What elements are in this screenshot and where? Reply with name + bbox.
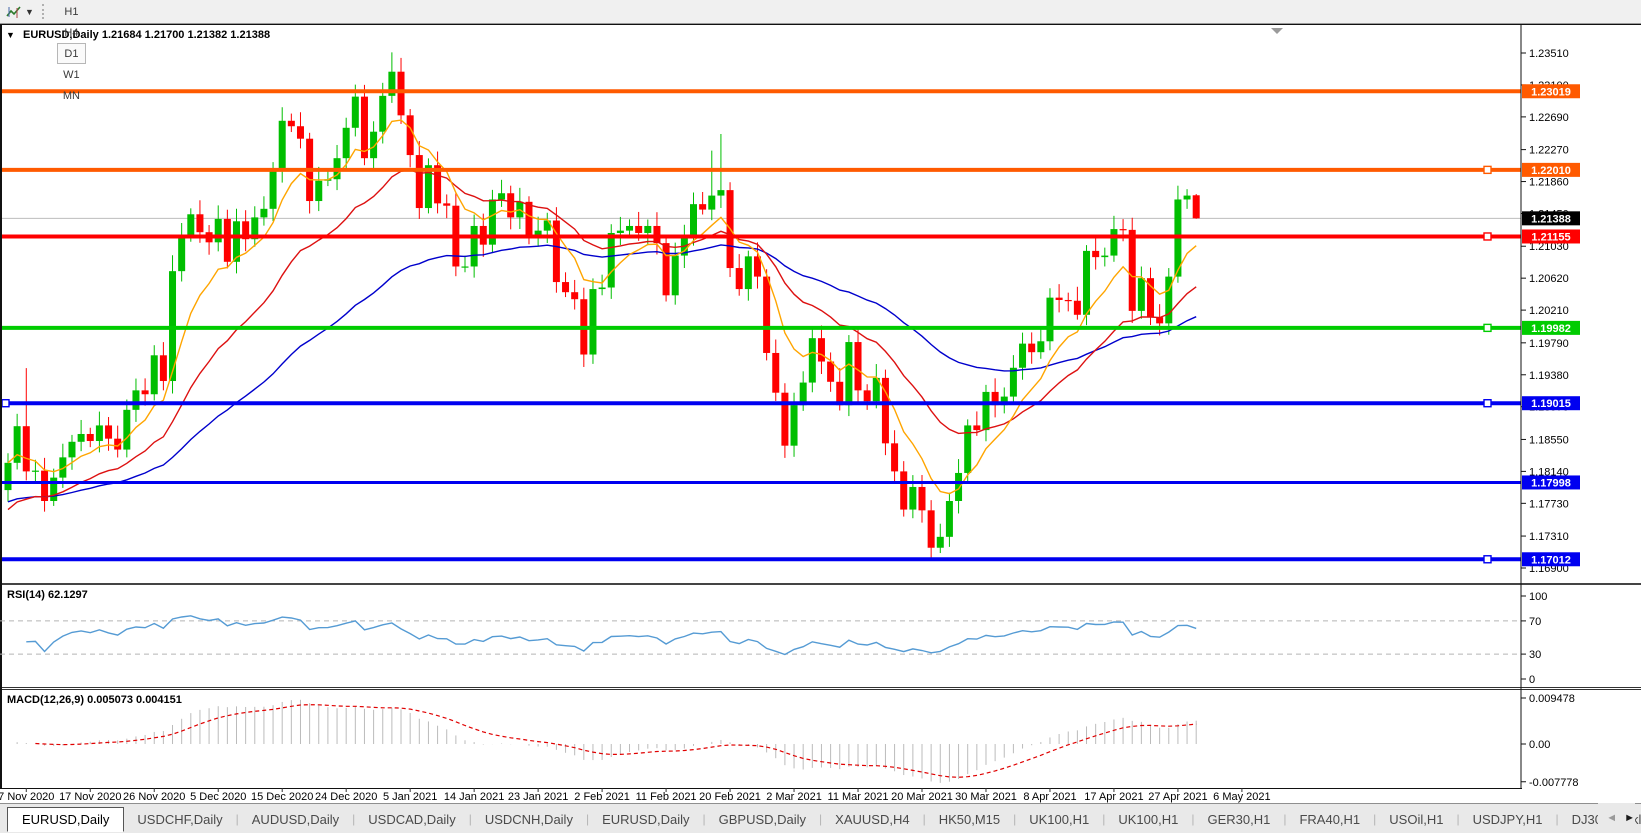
svg-text:1.22270: 1.22270 (1529, 145, 1569, 157)
current-price-badge: 1.21388 (1522, 211, 1580, 225)
timeframe-button-D1[interactable]: D1 (57, 43, 86, 64)
svg-text:1.22690: 1.22690 (1529, 112, 1569, 124)
svg-text:100: 100 (1529, 591, 1547, 603)
mt4-window: ▼ M1M5M15M30H1H4D1W1MN ▼ EURUSD,Daily 1.… (0, 0, 1641, 833)
svg-text:11 Mar 2021: 11 Mar 2021 (828, 791, 889, 803)
svg-text:7 Nov 2020: 7 Nov 2020 (0, 791, 54, 803)
svg-text:1.21388: 1.21388 (1531, 213, 1571, 225)
chart-tool-icon[interactable] (4, 4, 24, 20)
svg-text:1.20210: 1.20210 (1529, 305, 1569, 317)
tab-GBPUSD-Daily[interactable]: GBPUSD,Daily (706, 809, 819, 830)
svg-text:5 Dec 2020: 5 Dec 2020 (190, 791, 246, 803)
tab-UK100-H1[interactable]: UK100,H1 (1016, 809, 1102, 830)
macd-indicator-label: MACD(12,26,9) 0.005073 0.004151 (7, 694, 182, 706)
svg-text:14 Jan 2021: 14 Jan 2021 (444, 791, 505, 803)
svg-text:20 Feb 2021: 20 Feb 2021 (699, 791, 761, 803)
toolbar-grip (42, 4, 47, 19)
svg-text:1.19982: 1.19982 (1531, 323, 1571, 335)
chart-title: ▼ EURUSD,Daily 1.21684 1.21700 1.21382 1… (6, 29, 270, 41)
svg-text:1.22010: 1.22010 (1531, 165, 1571, 177)
svg-text:1.21155: 1.21155 (1531, 231, 1570, 243)
svg-text:1.17310: 1.17310 (1529, 531, 1569, 543)
svg-text:23 Jan 2021: 23 Jan 2021 (508, 791, 569, 803)
svg-text:24 Dec 2020: 24 Dec 2020 (315, 791, 377, 803)
timeframe-button-group: M1M5M15M30H1H4D1W1MN (56, 0, 87, 106)
tab-USDCAD-Daily[interactable]: USDCAD,Daily (355, 809, 468, 830)
svg-text:17 Apr 2021: 17 Apr 2021 (1084, 791, 1143, 803)
tab-AUDUSD-Daily[interactable]: AUDUSD,Daily (239, 809, 352, 830)
svg-text:1.20620: 1.20620 (1529, 273, 1569, 285)
tab-EURUSD-Daily[interactable]: EURUSD,Daily (7, 807, 124, 832)
price-badge-1.19015: 1.19015 (1522, 396, 1580, 410)
svg-text:8 Apr 2021: 8 Apr 2021 (1023, 791, 1076, 803)
svg-text:-0.007778: -0.007778 (1529, 777, 1579, 789)
rsi-indicator-label: RSI(14) 62.1297 (7, 589, 88, 601)
svg-text:30: 30 (1529, 649, 1541, 661)
svg-text:1.23019: 1.23019 (1531, 86, 1571, 98)
chart-canvas[interactable]: 1.235101.231001.226901.222701.218601.214… (0, 0, 1641, 833)
ohlc-quotes: 1.21684 1.21700 1.21382 1.21388 (102, 29, 270, 41)
svg-text:11 Feb 2021: 11 Feb 2021 (636, 791, 697, 803)
price-badge-1.23019: 1.23019 (1522, 84, 1580, 98)
svg-text:20 Mar 2021: 20 Mar 2021 (891, 791, 953, 803)
svg-text:0.00: 0.00 (1529, 739, 1550, 751)
price-badge-1.21155: 1.21155 (1522, 229, 1580, 243)
timeframe-button-MN[interactable]: MN (57, 85, 86, 106)
tab-XAUUSD-H4[interactable]: XAUUSD,H4 (822, 809, 922, 830)
svg-text:5 Jan 2021: 5 Jan 2021 (383, 791, 437, 803)
svg-text:26 Nov 2020: 26 Nov 2020 (123, 791, 185, 803)
price-badge-1.17012: 1.17012 (1522, 552, 1580, 566)
svg-text:0.009478: 0.009478 (1529, 693, 1575, 705)
tab-EURUSD-Daily[interactable]: EURUSD,Daily (589, 809, 702, 830)
timeframe-button-H1[interactable]: H1 (57, 1, 86, 22)
svg-text:1.19380: 1.19380 (1529, 370, 1569, 382)
price-badge-1.22010: 1.22010 (1522, 163, 1580, 177)
svg-text:15 Dec 2020: 15 Dec 2020 (251, 791, 313, 803)
timeframe-button-W1[interactable]: W1 (57, 64, 86, 85)
svg-text:1.17730: 1.17730 (1529, 498, 1569, 510)
svg-text:70: 70 (1529, 616, 1541, 628)
tab-FRA40-H1[interactable]: FRA40,H1 (1286, 809, 1373, 830)
svg-text:0: 0 (1529, 674, 1535, 686)
collapse-arrow-icon[interactable]: ▼ (6, 30, 15, 40)
tab-GER30-H1[interactable]: GER30,H1 (1194, 809, 1283, 830)
price-badge-1.17998: 1.17998 (1522, 475, 1580, 489)
dropdown-caret-icon[interactable]: ▼ (25, 7, 34, 17)
tab-scroll-left-button[interactable]: ◄ (1606, 812, 1617, 824)
svg-text:1.17012: 1.17012 (1531, 554, 1571, 566)
svg-text:1.17998: 1.17998 (1531, 477, 1571, 489)
svg-text:30 Mar 2021: 30 Mar 2021 (955, 791, 1017, 803)
svg-text:1.19790: 1.19790 (1529, 338, 1569, 350)
svg-text:17 Nov 2020: 17 Nov 2020 (59, 791, 121, 803)
svg-text:1.23510: 1.23510 (1529, 48, 1569, 60)
svg-text:1.19015: 1.19015 (1531, 398, 1571, 410)
price-badge-1.19982: 1.19982 (1522, 321, 1580, 335)
tab-USDJPY-H1[interactable]: USDJPY,H1 (1460, 809, 1556, 830)
tab-UK100-H1[interactable]: UK100,H1 (1105, 809, 1191, 830)
svg-text:2 Mar 2021: 2 Mar 2021 (766, 791, 822, 803)
chart-tab-bar: EURUSD,DailyUSDCHF,Daily|AUDUSD,Daily|US… (0, 803, 1641, 833)
svg-text:27 Apr 2021: 27 Apr 2021 (1148, 791, 1207, 803)
tab-USDCHF-Daily[interactable]: USDCHF,Daily (124, 809, 235, 830)
svg-text:6 May 2021: 6 May 2021 (1213, 791, 1270, 803)
tab-USOil-H1[interactable]: USOil,H1 (1376, 809, 1456, 830)
svg-text:2 Feb 2021: 2 Feb 2021 (574, 791, 630, 803)
svg-text:1.18550: 1.18550 (1529, 434, 1569, 446)
toolbar: ▼ M1M5M15M30H1H4D1W1MN (0, 0, 1641, 24)
timeframe-button-H4[interactable]: H4 (57, 22, 86, 43)
tab-USDCNH-Daily[interactable]: USDCNH,Daily (472, 809, 586, 830)
tab-scroll-arrows: ◄ ► (1598, 803, 1635, 833)
tab-scroll-right-button[interactable]: ► (1624, 812, 1635, 824)
svg-text:1.21860: 1.21860 (1529, 177, 1569, 189)
tab-HK50-M15[interactable]: HK50,M15 (926, 809, 1013, 830)
